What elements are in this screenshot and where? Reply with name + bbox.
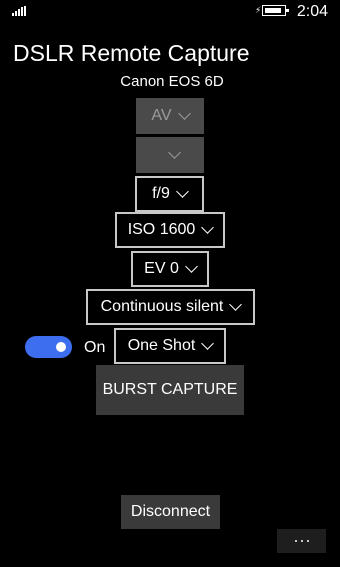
ev-value: EV 0 — [144, 260, 179, 277]
blank-dropdown[interactable] — [136, 137, 204, 173]
ellipsis-dot — [294, 540, 297, 542]
ellipsis-dot — [306, 540, 309, 542]
more-options-button[interactable] — [277, 529, 326, 553]
shot-mode-value: One Shot — [127, 337, 196, 354]
chevron-down-icon — [184, 260, 198, 273]
charging-icon: ⚡ — [255, 5, 262, 15]
chevron-down-icon — [201, 221, 215, 234]
mode-value: AV — [151, 107, 172, 124]
toggle-knob — [56, 342, 66, 352]
chevron-down-icon — [201, 337, 215, 350]
chevron-down-icon — [177, 107, 191, 120]
status-bar: ⚡ 2:04 — [0, 0, 340, 24]
chevron-down-icon — [176, 185, 189, 198]
camera-model: Canon EOS 6D — [120, 73, 224, 90]
signal-strength-icon — [12, 6, 30, 16]
clock: 2:04 — [296, 3, 328, 20]
toggle-state-label: On — [84, 339, 106, 356]
drive-mode-value: Continuous silent — [100, 298, 224, 315]
disconnect-button[interactable]: Disconnect — [121, 495, 220, 529]
mode-dropdown[interactable]: AV — [136, 98, 204, 134]
ellipsis-dot — [300, 540, 303, 542]
chevron-down-icon — [167, 146, 181, 159]
burst-capture-button[interactable]: BURST CAPTURE — [96, 365, 244, 415]
drive-mode-dropdown[interactable]: Continuous silent — [86, 289, 255, 325]
battery-icon — [262, 5, 289, 16]
app-title: DSLR Remote Capture — [13, 40, 250, 66]
aperture-dropdown[interactable]: f/9 — [135, 176, 204, 212]
aperture-value: f/9 — [152, 185, 170, 202]
iso-dropdown[interactable]: ISO 1600 — [115, 212, 225, 248]
ev-dropdown[interactable]: EV 0 — [131, 251, 209, 287]
iso-value: ISO 1600 — [127, 221, 196, 238]
shot-mode-dropdown[interactable]: One Shot — [114, 328, 226, 364]
chevron-down-icon — [229, 298, 243, 311]
toggle-switch[interactable] — [25, 336, 72, 358]
